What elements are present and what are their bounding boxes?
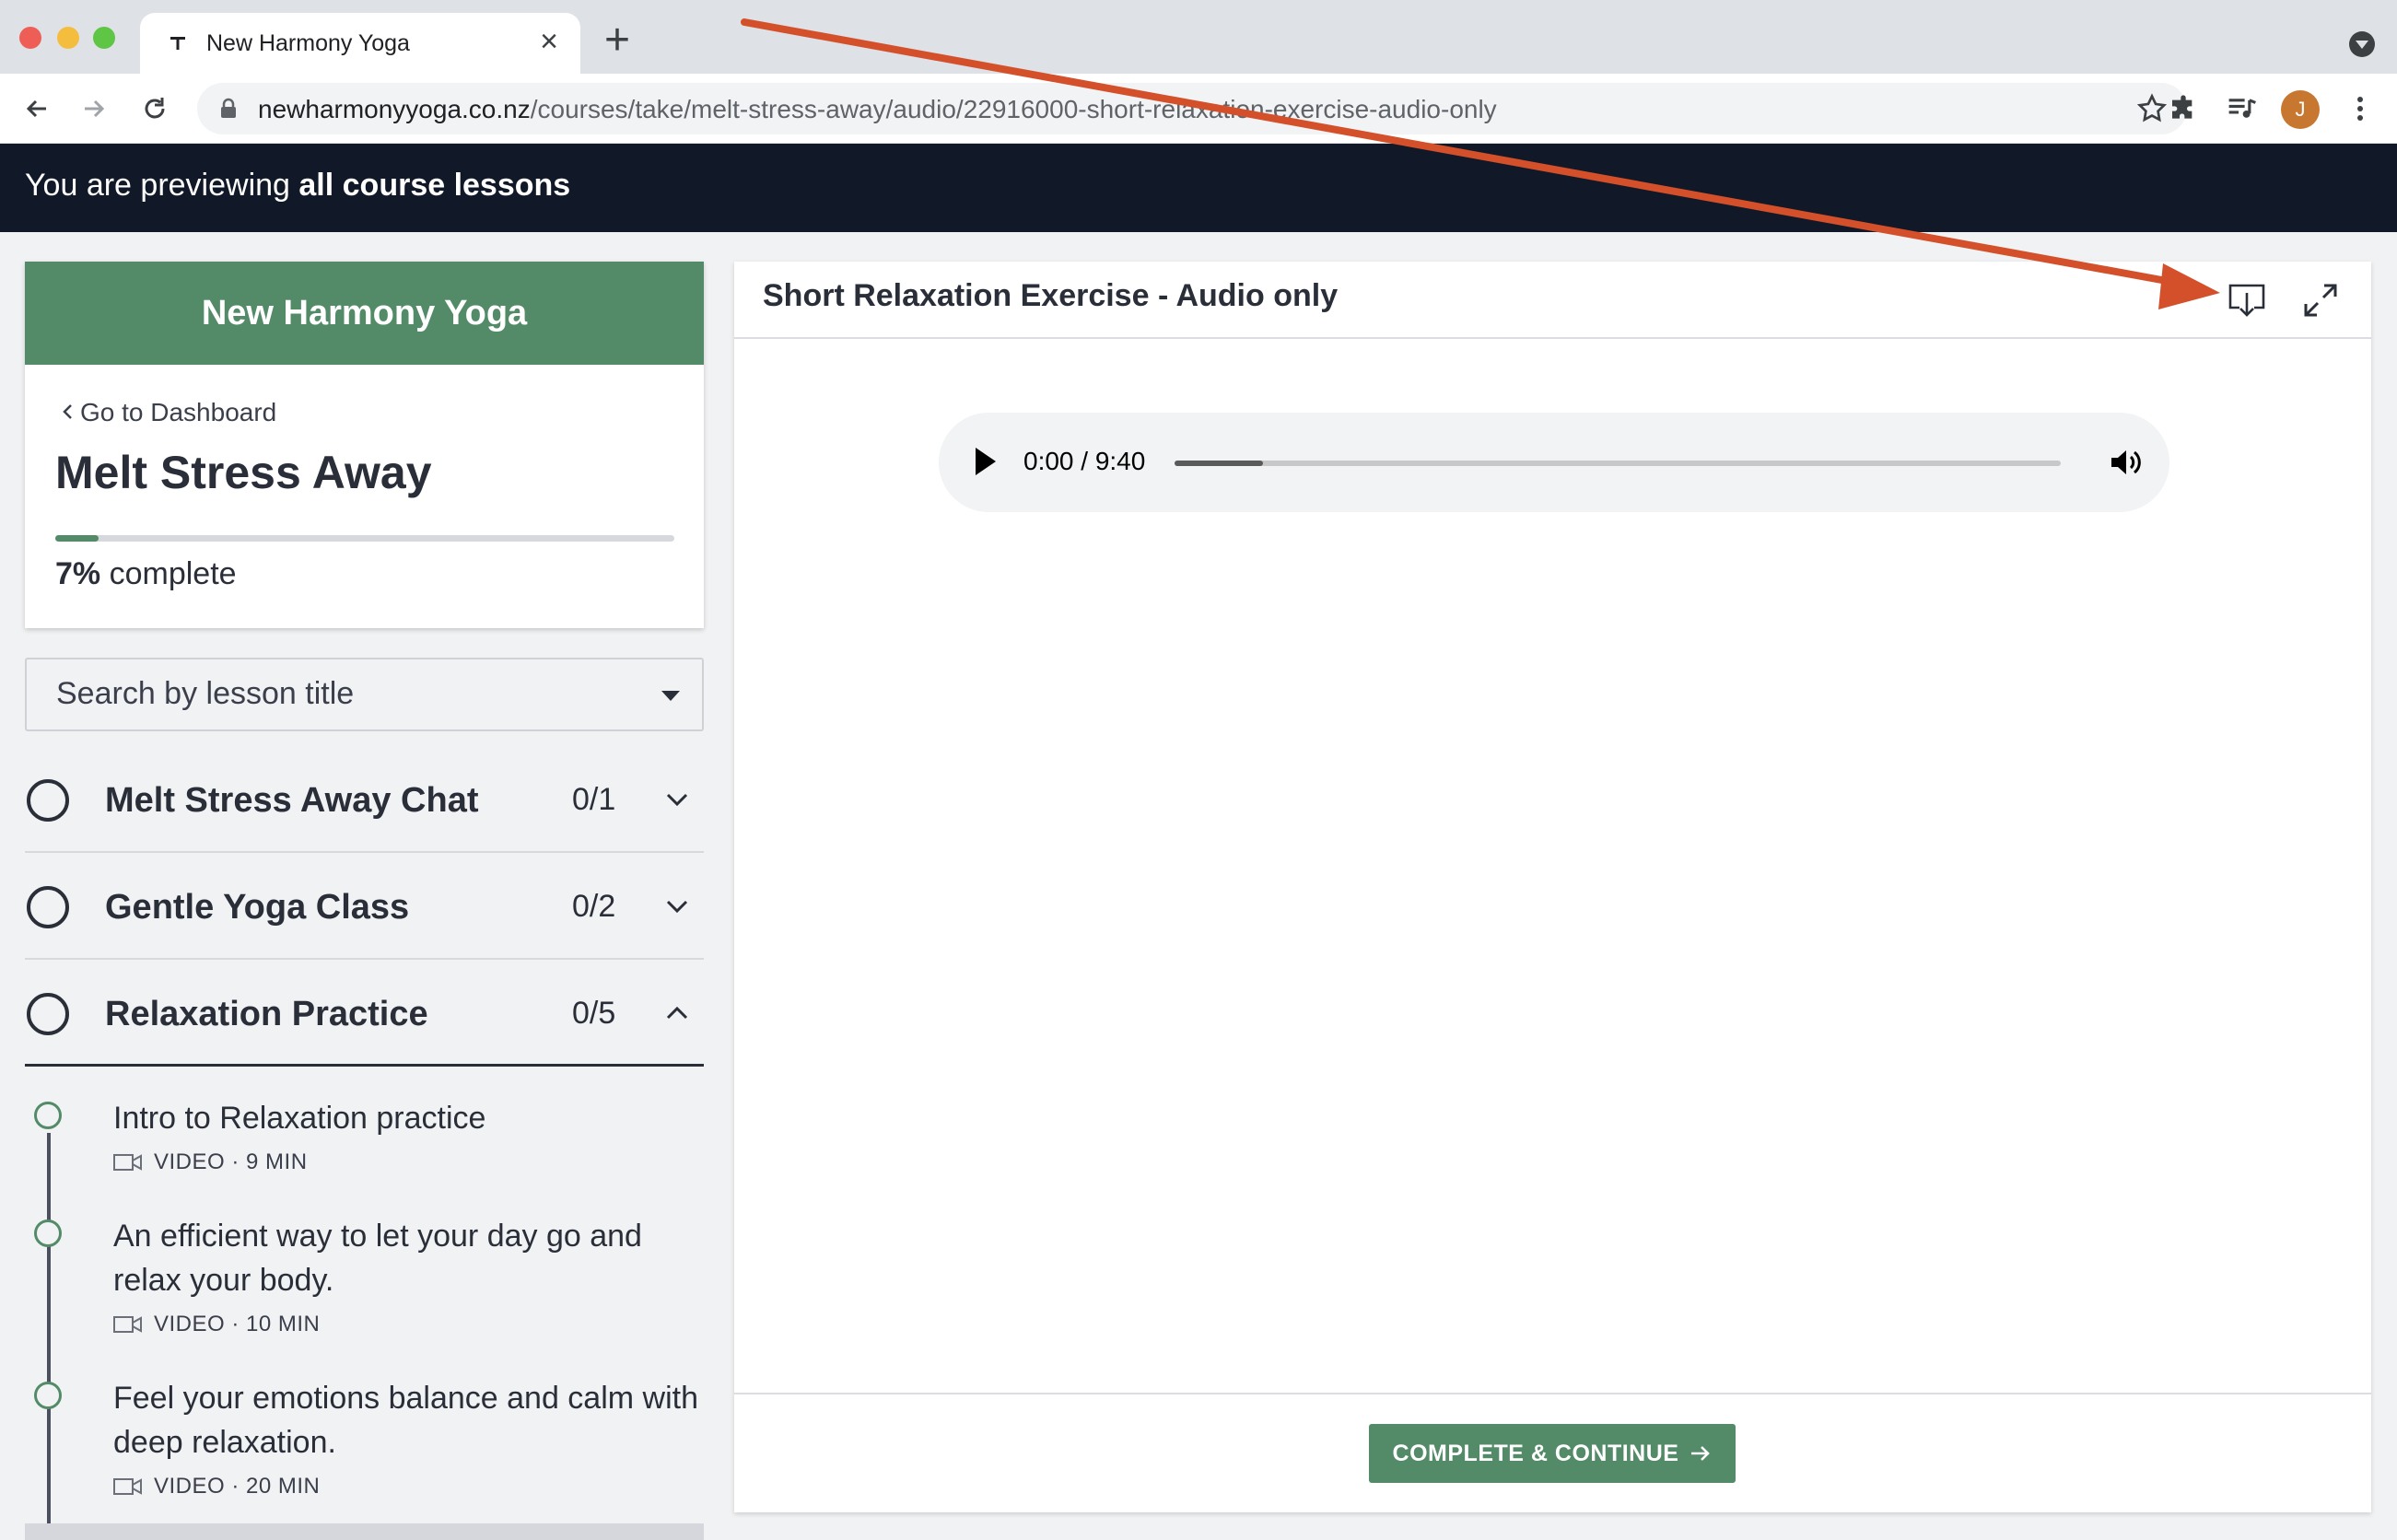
chapter-status-icon bbox=[27, 886, 69, 928]
puzzle-icon bbox=[2172, 95, 2192, 119]
arrow-right-icon bbox=[85, 99, 105, 118]
sidebar-next-item-edge bbox=[25, 1523, 704, 1540]
chapter-count: 0/1 bbox=[572, 782, 616, 817]
audio-buffered-fill bbox=[1175, 461, 1264, 466]
chapter-count: 0/5 bbox=[572, 996, 616, 1031]
video-camera-icon bbox=[113, 1316, 142, 1333]
video-camera-icon bbox=[113, 1478, 142, 1495]
volume-icon[interactable] bbox=[2107, 444, 2144, 481]
chevron-down-icon[interactable] bbox=[664, 787, 690, 812]
chapter-title: Melt Stress Away Chat bbox=[105, 781, 479, 820]
lesson-header: Short Relaxation Exercise - Audio only bbox=[734, 262, 2371, 339]
chevron-left-icon bbox=[63, 404, 72, 419]
lesson-item[interactable]: Feel your emotions balance and calm with… bbox=[25, 1376, 704, 1514]
lesson-status-icon bbox=[34, 1382, 62, 1409]
download-icon bbox=[2228, 284, 2265, 317]
reload-icon bbox=[145, 98, 165, 119]
profile-avatar[interactable]: J bbox=[2281, 90, 2320, 129]
course-progress-bar bbox=[55, 535, 674, 542]
lesson-item[interactable]: Intro to Relaxation practice VIDEO · 9 M… bbox=[25, 1096, 704, 1188]
lock-icon bbox=[221, 98, 236, 118]
play-icon[interactable] bbox=[976, 448, 996, 475]
chapter-status-icon bbox=[27, 779, 69, 822]
maximize-window-button[interactable] bbox=[93, 27, 115, 49]
lesson-footer: COMPLETE & CONTINUE bbox=[734, 1393, 2371, 1512]
extensions-button[interactable] bbox=[2161, 87, 2205, 131]
lesson-search-dropdown[interactable]: Search by lesson title bbox=[25, 658, 704, 731]
download-button[interactable] bbox=[2225, 278, 2269, 322]
forward-button[interactable] bbox=[72, 87, 116, 131]
expand-icon bbox=[2304, 284, 2337, 317]
close-tab-icon[interactable]: × bbox=[540, 26, 558, 57]
chapter-gentle-yoga-class[interactable]: Gentle Yoga Class 0/2 bbox=[25, 853, 704, 960]
audio-player: 0:00 / 9:40 bbox=[939, 413, 2169, 512]
tab-search-icon[interactable] bbox=[2349, 31, 2375, 57]
chapter-count: 0/2 bbox=[572, 889, 616, 924]
lesson-meta: VIDEO · 20 MIN bbox=[113, 1474, 320, 1499]
lesson-title: Feel your emotions balance and calm with… bbox=[113, 1381, 698, 1460]
lesson-title: An efficient way to let your day go and … bbox=[113, 1219, 642, 1298]
back-button[interactable] bbox=[15, 87, 59, 131]
chapter-title: Relaxation Practice bbox=[105, 995, 428, 1033]
progress-label: 7% complete bbox=[55, 556, 237, 591]
media-controls-button[interactable] bbox=[2220, 87, 2264, 131]
caret-down-icon bbox=[661, 691, 680, 701]
browser-tab[interactable]: New Harmony Yoga × bbox=[140, 13, 580, 74]
tab-title: New Harmony Yoga bbox=[206, 30, 410, 56]
go-to-dashboard-link[interactable]: Go to Dashboard bbox=[62, 398, 276, 427]
address-bar[interactable]: newharmonyyoga.co.nz/courses/take/melt-s… bbox=[197, 83, 2187, 134]
chapter-title: Gentle Yoga Class bbox=[105, 888, 410, 927]
search-placeholder: Search by lesson title bbox=[56, 676, 355, 711]
url-text: newharmonyyoga.co.nz/courses/take/melt-s… bbox=[258, 95, 1497, 123]
chapter-status-icon bbox=[27, 993, 69, 1035]
chevron-down-icon[interactable] bbox=[664, 893, 690, 919]
playlist-music-icon bbox=[2228, 99, 2256, 118]
browser-menu-button[interactable] bbox=[2338, 87, 2382, 131]
audio-seek-bar[interactable] bbox=[1175, 461, 2061, 466]
chevron-up-icon[interactable] bbox=[664, 1000, 690, 1026]
chapter-melt-stress-away-chat[interactable]: Melt Stress Away Chat 0/1 bbox=[25, 746, 704, 853]
course-card: New Harmony Yoga Go to Dashboard Melt St… bbox=[25, 262, 704, 628]
preview-banner: You are previewing all course lessons bbox=[0, 144, 2397, 232]
more-vertical-icon bbox=[2357, 97, 2363, 121]
lesson-heading: Short Relaxation Exercise - Audio only bbox=[763, 278, 1339, 313]
course-progress-fill bbox=[55, 535, 99, 542]
lesson-meta: VIDEO · 10 MIN bbox=[113, 1312, 320, 1337]
new-tab-button[interactable]: + bbox=[604, 18, 630, 63]
minimize-window-button[interactable] bbox=[57, 27, 79, 49]
lesson-content-panel: Short Relaxation Exercise - Audio only 0… bbox=[734, 262, 2371, 1512]
lesson-status-icon bbox=[34, 1102, 62, 1129]
site-favicon-icon bbox=[170, 37, 185, 50]
school-name: New Harmony Yoga bbox=[25, 262, 704, 365]
lesson-status-icon bbox=[34, 1219, 62, 1247]
arrow-left-icon bbox=[26, 99, 46, 118]
lesson-meta: VIDEO · 9 MIN bbox=[113, 1149, 308, 1175]
reload-button[interactable] bbox=[133, 87, 177, 131]
close-window-button[interactable] bbox=[19, 27, 41, 49]
audio-time: 0:00 / 9:40 bbox=[1023, 447, 1146, 475]
course-title: Melt Stress Away bbox=[55, 447, 432, 498]
browser-toolbar: newharmonyyoga.co.nz/courses/take/melt-s… bbox=[0, 74, 2397, 144]
chapter-relaxation-practice[interactable]: Relaxation Practice 0/5 bbox=[25, 960, 704, 1067]
arrow-right-icon bbox=[1691, 1446, 1711, 1461]
complete-and-continue-button[interactable]: COMPLETE & CONTINUE bbox=[1369, 1424, 1736, 1483]
lesson-title: Intro to Relaxation practice bbox=[113, 1101, 486, 1136]
fullscreen-button[interactable] bbox=[2298, 278, 2343, 322]
lesson-item[interactable]: An efficient way to let your day go and … bbox=[25, 1214, 704, 1352]
browser-tab-bar: New Harmony Yoga × + bbox=[0, 0, 2397, 74]
video-camera-icon bbox=[113, 1154, 142, 1171]
